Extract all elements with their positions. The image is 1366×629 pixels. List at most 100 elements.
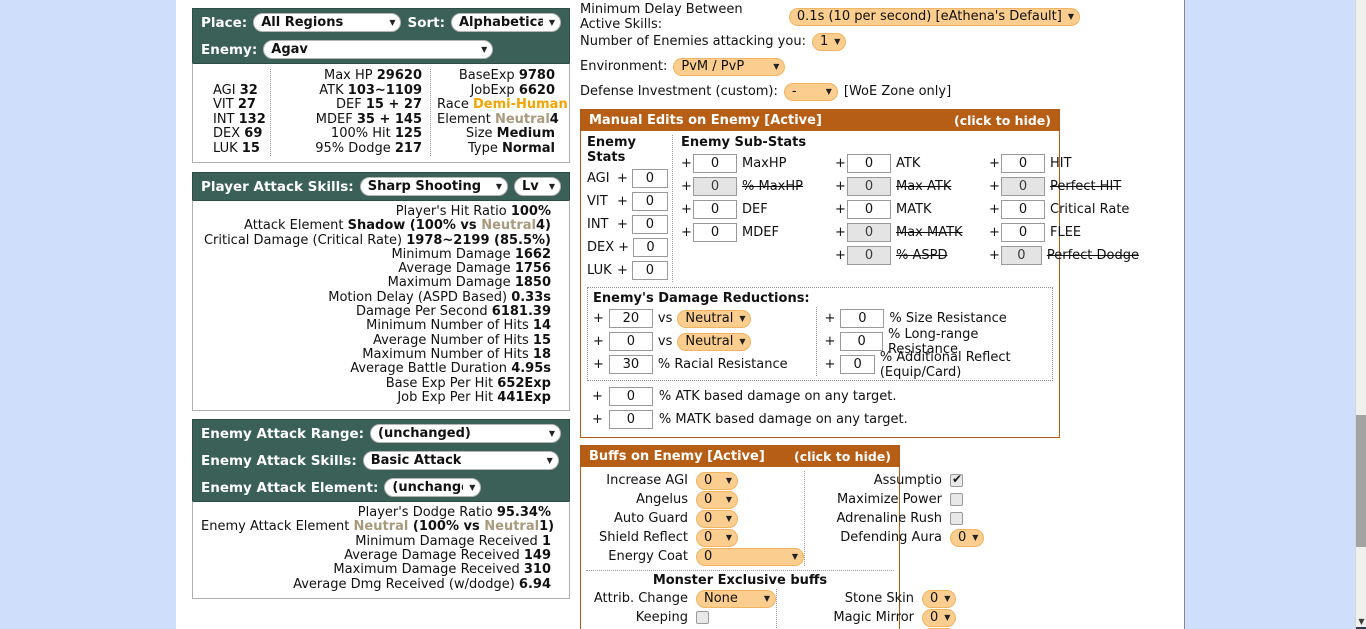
buff-select-magic-mirror[interactable]: 0 ▼: [922, 608, 956, 627]
reduction-element-value-1: Neutral: [685, 311, 734, 326]
reduction-input-size[interactable]: 0: [840, 309, 885, 328]
stat-label: JobExp: [470, 82, 515, 98]
buff-checkbox-maximize-power[interactable]: [950, 493, 963, 506]
sub-stat-input-maxhp[interactable]: 0: [693, 154, 737, 173]
buff-select-stone-skin[interactable]: 0 ▼: [922, 589, 956, 608]
result-row: Player's Dodge Ratio 95.34%: [201, 506, 561, 520]
page-left-gutter: [0, 0, 176, 629]
enemy-count-value: 1: [819, 34, 829, 49]
stat-edit-input-agi[interactable]: 0: [631, 169, 668, 188]
stat-label: 100% Hit: [330, 126, 391, 141]
stat-label: AGI: [213, 82, 236, 98]
buff-checkbox-assumptio[interactable]: [950, 472, 963, 487]
enemy-select[interactable]: Agav ▼: [263, 40, 494, 59]
buff-select-auto-guard[interactable]: 0 ▼: [696, 509, 738, 528]
reduction-input-racial[interactable]: 30: [608, 355, 653, 374]
sort-select[interactable]: Alphabetical ▼: [451, 13, 561, 32]
stat-edit-input-vit[interactable]: 0: [631, 192, 668, 211]
manual-edits-toggle[interactable]: (click to hide): [954, 113, 1051, 128]
matk-based-damage-input[interactable]: 0: [608, 410, 653, 429]
player-skill-select[interactable]: Sharp Shooting ▼: [359, 177, 508, 196]
environment-select[interactable]: PvM / PvP ▼: [673, 57, 786, 76]
result-row: Base Exp Per Hit 652Exp: [201, 376, 561, 391]
place-select[interactable]: All Regions ▼: [253, 13, 402, 32]
reduction-element-select-2[interactable]: Neutral ▼: [677, 332, 752, 351]
result-row: Average Damage 1756: [201, 262, 561, 276]
player-skill-level-select[interactable]: Lv 5 ▼: [514, 177, 561, 196]
result-value: 6.94: [518, 576, 551, 592]
min-delay-value: 0.1s (10 per second) [eAthena's Default]: [796, 9, 1062, 24]
attack-element-vs-element: Neutral: [481, 218, 536, 234]
reduction-label-size: % Size Resistance: [889, 311, 1007, 326]
table-row: VIT 27: [213, 97, 264, 113]
result-label: Average Damage: [398, 261, 511, 277]
defense-investment-select[interactable]: - ▼: [783, 82, 838, 101]
buffs-header[interactable]: Buffs on Enemy [Active] (click to hide): [581, 446, 899, 467]
min-delay-select[interactable]: 0.1s (10 per second) [eAthena's Default]…: [788, 7, 1080, 26]
chevron-down-icon: ▼: [548, 18, 555, 27]
reduction-input-elem2[interactable]: 0: [608, 332, 653, 351]
enemy-attack-range-select[interactable]: (unchanged) ▼: [370, 424, 561, 444]
vertical-scrollbar[interactable]: ▼: [1355, 0, 1366, 629]
result-label: Player's Hit Ratio: [395, 204, 507, 219]
buff-label: Maximize Power: [836, 492, 942, 507]
chevron-down-icon: ▼: [773, 62, 780, 71]
reduction-element-select-1[interactable]: Neutral ▼: [677, 309, 752, 328]
sub-stat-label: FLEE: [1050, 225, 1082, 240]
sub-stat-input-def[interactable]: 0: [693, 200, 737, 219]
table-row: BaseExp 9780: [437, 68, 555, 84]
enemy-select-value: Agav: [271, 42, 308, 57]
result-value: 1: [541, 533, 551, 549]
stat-value: 132: [238, 111, 266, 127]
enemy-stats-panel: AGI 32 VIT 27 INT 132 DEX 69 LUK 15 Max …: [192, 63, 570, 163]
scrollbar-thumb[interactable]: [1356, 415, 1366, 547]
buff-checkbox-adrenaline-rush[interactable]: [950, 512, 963, 525]
buff-select-defending-aura[interactable]: 0 ▼: [950, 528, 984, 547]
result-value: 100%: [510, 204, 551, 219]
sub-stat-input-mdef[interactable]: 0: [693, 223, 737, 242]
enemy-stats-col-meta: BaseExp 9780 JobExp 6620 Race Demi-Human…: [431, 68, 568, 156]
enemy-count-select[interactable]: 1 ▼: [811, 32, 846, 51]
chevron-down-icon: ▼: [548, 182, 555, 191]
table-row: 95% Dodge 217: [277, 141, 422, 157]
stat-edit-input-int[interactable]: 0: [631, 215, 668, 234]
result-row: Job Exp Per Hit 441Exp: [201, 390, 561, 405]
reduction-input-reflect[interactable]: 0: [840, 355, 875, 374]
stat-edit-input-dex[interactable]: 0: [633, 238, 668, 257]
result-label: Attack Element: [244, 218, 344, 234]
buff-select-angelus[interactable]: 0 ▼: [696, 490, 738, 509]
sub-stat-input-critical-rate[interactable]: 0: [1001, 200, 1045, 219]
result-label: Minimum Number of Hits: [366, 318, 529, 334]
buff-checkbox-keeping[interactable]: [696, 611, 709, 624]
enemy-attack-range-header: Enemy Attack Range: (unchanged) ▼: [192, 419, 570, 448]
sub-stat-input-flee[interactable]: 0: [1001, 223, 1045, 242]
manual-edits-header[interactable]: Manual Edits on Enemy [Active] (click to…: [581, 110, 1059, 131]
scroll-down-arrow-icon[interactable]: ▼: [1356, 616, 1366, 627]
sub-stat-label: Max MATK: [896, 225, 963, 240]
sub-stat-label: % MaxHP: [742, 179, 803, 194]
table-row: Max HP 29620: [277, 68, 422, 84]
sub-stat-input-atk[interactable]: 0: [847, 154, 891, 173]
chevron-down-icon: ▼: [1067, 12, 1074, 21]
buff-select-energy-coat[interactable]: 0 ▼: [696, 547, 804, 566]
enemy-stats-col-combat: Max HP 29620 ATK 103~1109 DEF 15 + 27 MD…: [271, 68, 431, 157]
sub-stat-input-matk[interactable]: 0: [847, 200, 891, 219]
enemy-label: Enemy:: [201, 41, 258, 58]
buff-select-attrib-change[interactable]: None ▼: [696, 589, 776, 608]
stat-value: 27: [237, 97, 256, 112]
sub-stat-input-hit[interactable]: 0: [1001, 154, 1045, 173]
stat-edit-input-luk[interactable]: 0: [631, 261, 668, 280]
reduction-input-longrange[interactable]: 0: [840, 332, 883, 351]
buff-select-increase-agi[interactable]: 0 ▼: [696, 471, 738, 490]
reduction-input-elem1[interactable]: 20: [608, 309, 653, 328]
enemy-attack-skills-select[interactable]: Basic Attack ▼: [362, 451, 559, 471]
atk-based-damage-input[interactable]: 0: [608, 387, 653, 406]
stat-edit-row: LUK +0: [587, 259, 668, 282]
buffs-toggle[interactable]: (click to hide): [794, 449, 891, 464]
reduction-label-reflect: % Additional Reflect (Equip/Card): [879, 349, 1011, 380]
result-label: Motion Delay (ASPD Based): [328, 289, 508, 305]
result-label: Maximum Damage Received: [333, 562, 520, 578]
buff-select-shield-reflect[interactable]: 0 ▼: [696, 528, 738, 547]
stat-label: Type: [468, 140, 498, 156]
enemy-attack-element-select[interactable]: (unchanged) ▼: [384, 478, 482, 498]
